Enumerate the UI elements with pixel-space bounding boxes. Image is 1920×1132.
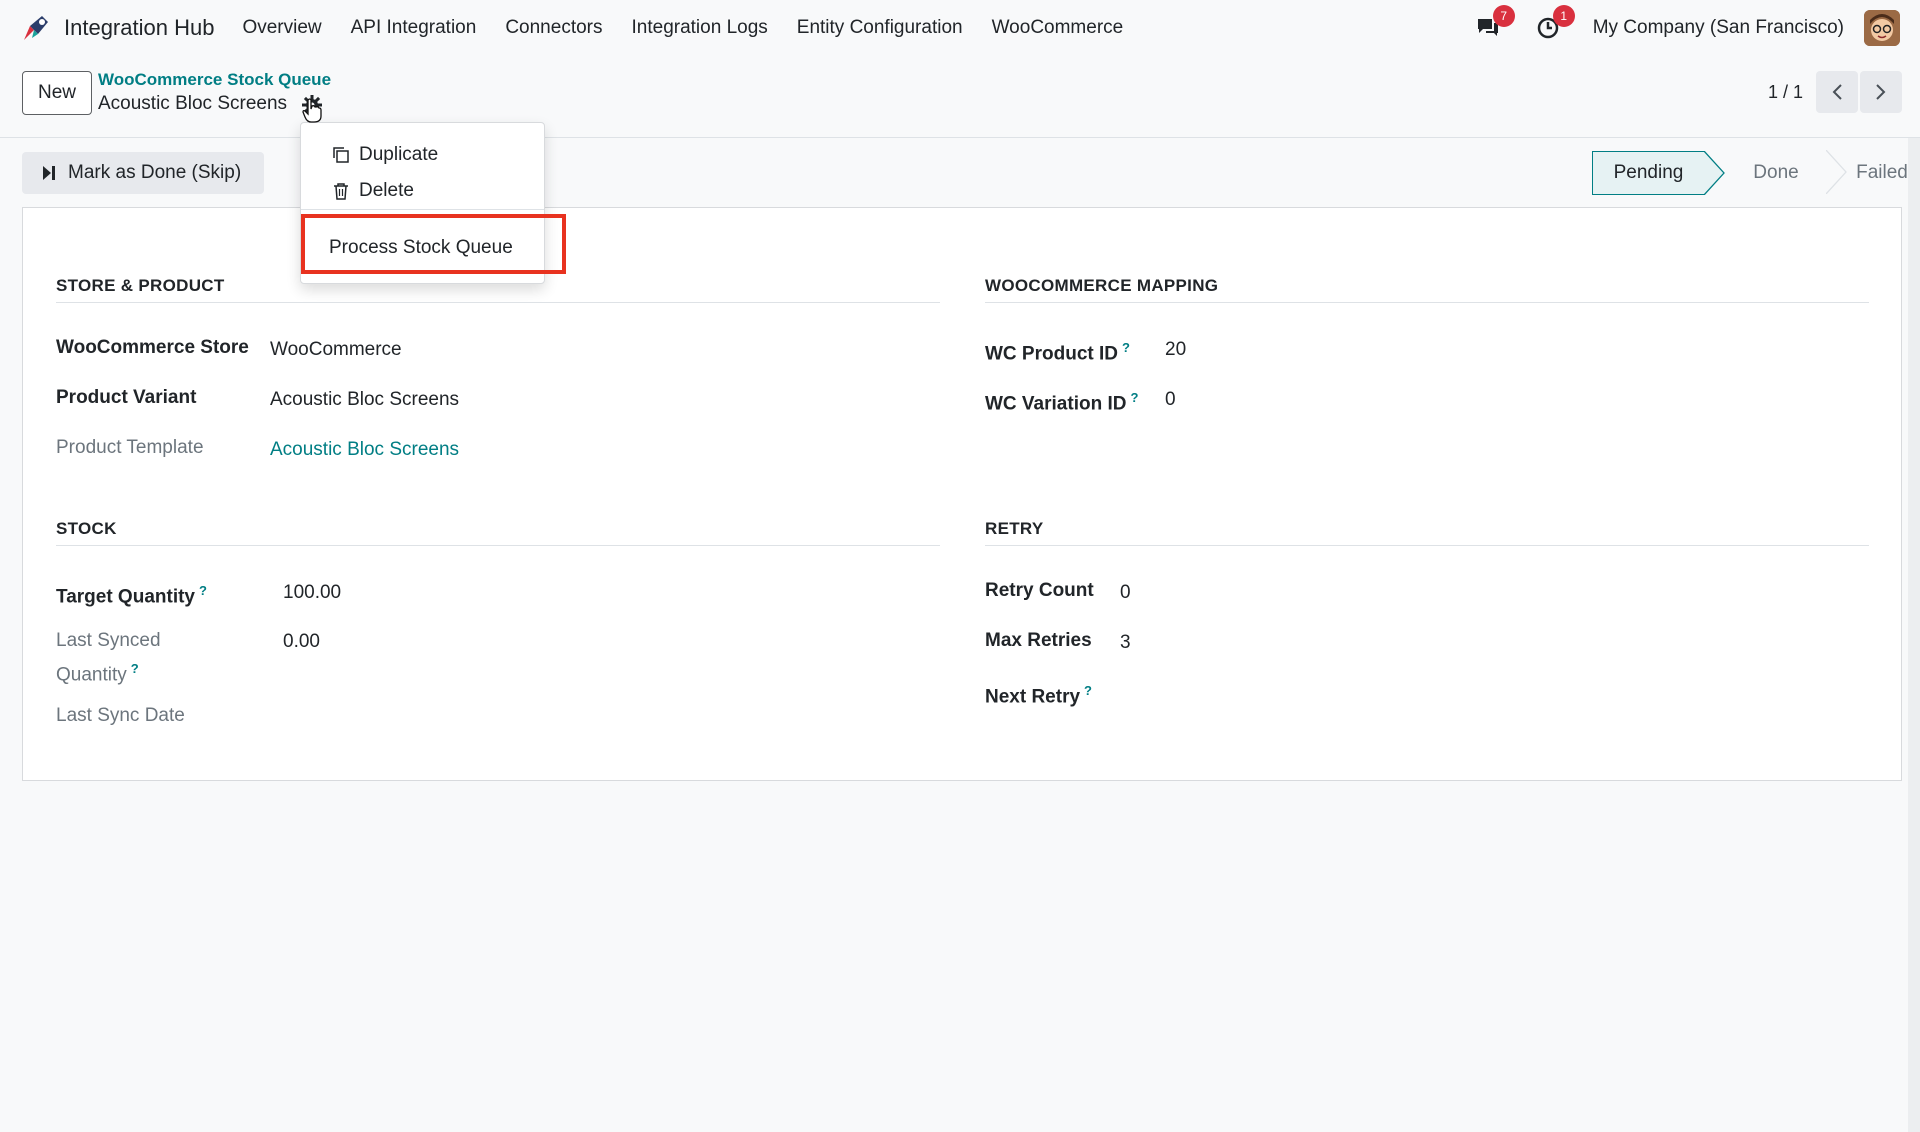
messages-badge: 7 bbox=[1492, 5, 1515, 27]
menu-integration-logs[interactable]: Integration Logs bbox=[632, 17, 768, 39]
help-tooltip-icon[interactable]: ? bbox=[1084, 683, 1092, 698]
hand-cursor-icon bbox=[302, 98, 322, 123]
pager-previous-button[interactable] bbox=[1816, 71, 1858, 113]
messages-button[interactable]: 7 bbox=[1473, 5, 1515, 43]
menu-api-integration[interactable]: API Integration bbox=[351, 17, 477, 39]
chevron-left-icon bbox=[1832, 84, 1842, 100]
wc-product-id-label: WC Product ID? bbox=[985, 334, 1130, 368]
last-synced-label-line2: Quantity bbox=[56, 664, 127, 686]
app-name[interactable]: Integration Hub bbox=[64, 15, 214, 41]
menu-woocommerce[interactable]: WooCommerce bbox=[992, 17, 1124, 39]
variant-value[interactable]: Acoustic Bloc Screens bbox=[270, 389, 459, 411]
help-tooltip-icon[interactable]: ? bbox=[199, 583, 207, 598]
stage-label: Failed bbox=[1856, 162, 1908, 183]
last-synced-label-line1: Last Synced bbox=[56, 630, 161, 651]
mark-as-done-skip-button[interactable]: Mark as Done (Skip) bbox=[22, 152, 264, 194]
skip-button-label: Mark as Done (Skip) bbox=[68, 162, 242, 183]
help-tooltip-icon[interactable]: ? bbox=[1122, 340, 1130, 355]
template-link[interactable]: Acoustic Bloc Screens bbox=[270, 439, 459, 461]
group-title-woocommerce-mapping: WOOCOMMERCE MAPPING bbox=[985, 276, 1869, 303]
pager-next-button[interactable] bbox=[1860, 71, 1902, 113]
scrollbar-track[interactable] bbox=[1908, 138, 1920, 1132]
retry-count-label: Retry Count bbox=[985, 580, 1094, 601]
menu-item-delete-label: Delete bbox=[359, 180, 414, 201]
chevron-right-icon bbox=[1876, 84, 1886, 100]
activities-button[interactable]: 1 bbox=[1533, 5, 1575, 43]
status-stage-pending[interactable]: Pending bbox=[1592, 151, 1725, 195]
target-quantity-value[interactable]: 100.00 bbox=[283, 582, 341, 604]
status-stage-failed[interactable]: Failed bbox=[1832, 151, 1920, 195]
wc-variation-id-label-text: WC Variation ID bbox=[985, 393, 1127, 415]
wc-variation-id-value[interactable]: 0 bbox=[1165, 389, 1176, 411]
target-quantity-label: Target Quantity? bbox=[56, 577, 207, 611]
skip-forward-icon bbox=[42, 165, 56, 181]
activities-badge: 1 bbox=[1552, 5, 1575, 27]
max-retries-value[interactable]: 3 bbox=[1120, 632, 1131, 654]
template-label: Product Template bbox=[56, 437, 204, 458]
copy-icon bbox=[331, 146, 351, 164]
user-avatar[interactable] bbox=[1864, 10, 1900, 46]
last-sync-date-label: Last Sync Date bbox=[56, 705, 185, 726]
retry-count-value[interactable]: 0 bbox=[1120, 582, 1131, 604]
menu-item-duplicate-label: Duplicate bbox=[359, 144, 439, 165]
company-switcher[interactable]: My Company (San Francisco) bbox=[1593, 17, 1844, 39]
next-retry-label-text: Next Retry bbox=[985, 686, 1081, 708]
stage-label: Pending bbox=[1613, 162, 1684, 183]
menu-item-delete[interactable]: Delete bbox=[301, 174, 544, 208]
top-navbar: Integration Hub Overview API Integration… bbox=[0, 0, 1920, 56]
app-logo-icon[interactable] bbox=[20, 12, 52, 44]
breadcrumb-parent-link[interactable]: WooCommerce Stock Queue bbox=[98, 70, 331, 90]
variant-label: Product Variant bbox=[56, 387, 197, 408]
trash-icon bbox=[331, 182, 351, 200]
max-retries-label: Max Retries bbox=[985, 630, 1092, 651]
store-value[interactable]: WooCommerce bbox=[270, 339, 402, 361]
menu-item-process-stock-queue[interactable]: Process Stock Queue bbox=[301, 228, 544, 268]
new-button[interactable]: New bbox=[22, 71, 92, 115]
wc-product-id-value[interactable]: 20 bbox=[1165, 339, 1186, 361]
control-panel: New WooCommerce Stock Queue Acoustic Blo… bbox=[0, 56, 1920, 138]
menu-item-duplicate[interactable]: Duplicate bbox=[301, 138, 544, 172]
status-bar: Pending Done Failed bbox=[1592, 150, 1920, 195]
wc-product-id-label-text: WC Product ID bbox=[985, 343, 1118, 365]
group-title-stock: STOCK bbox=[56, 519, 940, 546]
last-synced-quantity-value: 0.00 bbox=[283, 631, 320, 652]
status-stage-done[interactable]: Done bbox=[1726, 150, 1847, 195]
gear-action-menu: Duplicate Delete Process Stock Queue bbox=[300, 122, 545, 284]
help-tooltip-icon[interactable]: ? bbox=[131, 661, 139, 676]
help-tooltip-icon[interactable]: ? bbox=[1130, 390, 1138, 405]
menu-entity-configuration[interactable]: Entity Configuration bbox=[797, 17, 963, 39]
group-title-retry: RETRY bbox=[985, 519, 1869, 546]
menu-connectors[interactable]: Connectors bbox=[505, 17, 602, 39]
target-quantity-label-text: Target Quantity bbox=[56, 586, 195, 608]
next-retry-label: Next Retry? bbox=[985, 677, 1092, 711]
stage-label: Done bbox=[1753, 162, 1799, 183]
breadcrumb-current: Acoustic Bloc Screens bbox=[98, 93, 288, 114]
main-menu: Overview API Integration Connectors Inte… bbox=[242, 17, 1152, 39]
stage-arrow bbox=[1704, 151, 1725, 195]
wc-variation-id-label: WC Variation ID? bbox=[985, 384, 1138, 418]
pager-value[interactable]: 1 / 1 bbox=[1768, 82, 1803, 103]
navbar-systray: 7 1 My Company (San Francisco) bbox=[1473, 0, 1900, 56]
menu-overview[interactable]: Overview bbox=[242, 17, 321, 39]
last-synced-quantity-label: Last Synced Quantity? bbox=[56, 627, 161, 689]
store-label: WooCommerce Store bbox=[56, 337, 249, 358]
menu-divider bbox=[301, 209, 544, 210]
form-sheet: STORE & PRODUCT WooCommerce Store WooCom… bbox=[22, 207, 1902, 781]
